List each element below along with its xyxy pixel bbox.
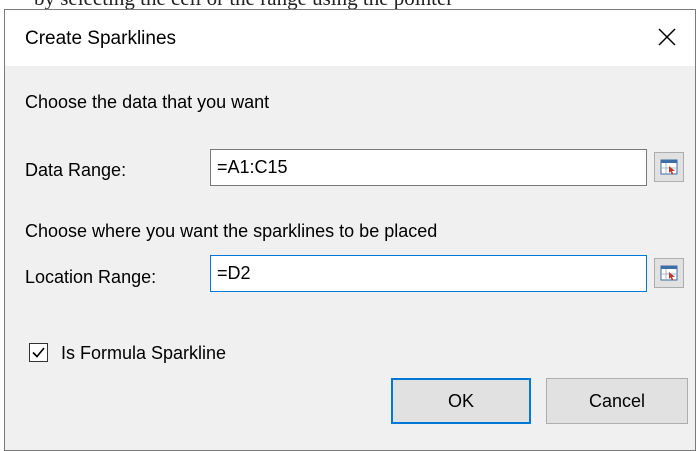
range-picker-icon [660, 159, 678, 175]
create-sparklines-dialog: Create Sparklines Choose the data that y… [4, 9, 696, 451]
data-range-label: Data Range: [25, 160, 127, 180]
location-range-input[interactable] [210, 255, 647, 292]
formula-sparkline-label: Is Formula Sparkline [61, 343, 227, 363]
title-bar: Create Sparklines [5, 10, 695, 66]
ok-button[interactable]: OK [391, 378, 531, 424]
location-range-label: Location Range: [25, 267, 157, 287]
data-range-input[interactable] [210, 149, 647, 186]
close-icon [658, 28, 676, 46]
data-section-heading: Choose the data that you want [25, 92, 270, 112]
checkmark-icon [32, 347, 45, 358]
dialog-title: Create Sparklines [25, 28, 177, 49]
location-section-heading: Choose where you want the sparklines to … [25, 221, 438, 241]
location-range-picker-button[interactable] [654, 258, 684, 288]
cancel-button[interactable]: Cancel [546, 378, 688, 424]
range-picker-icon [660, 265, 678, 281]
data-range-picker-button[interactable] [654, 152, 684, 182]
close-button[interactable] [647, 18, 687, 56]
formula-sparkline-checkbox[interactable] [29, 343, 48, 362]
